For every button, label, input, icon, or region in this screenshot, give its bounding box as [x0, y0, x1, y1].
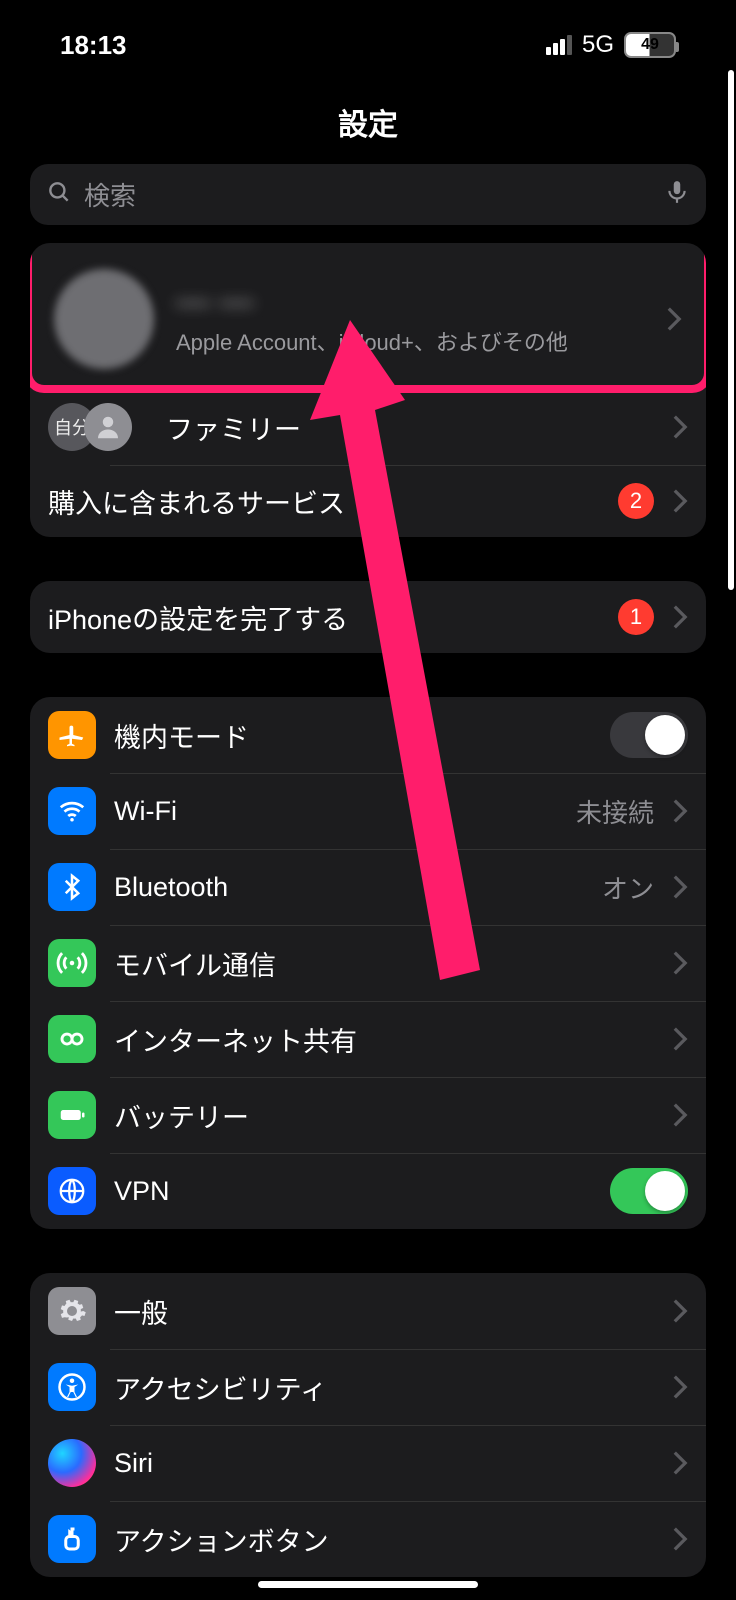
bluetooth-value: オン: [602, 869, 654, 906]
battery-full-icon: [48, 1091, 96, 1139]
chevron-right-icon: [672, 1526, 688, 1552]
status-time: 18:13: [60, 30, 127, 61]
hotspot-row[interactable]: インターネット共有: [30, 1001, 706, 1077]
airplane-mode-toggle[interactable]: [610, 712, 688, 758]
bluetooth-icon: [48, 863, 96, 911]
finish-setup-section: iPhoneの設定を完了する 1: [30, 581, 706, 653]
connectivity-section: 機内モード Wi-Fi 未接続 Bluetooth オン モバイル通信: [30, 697, 706, 1229]
signal-icon: [546, 35, 572, 55]
airplane-icon: [48, 711, 96, 759]
siri-icon: [48, 1439, 96, 1487]
chevron-right-icon: [672, 1374, 688, 1400]
chevron-right-icon: [672, 604, 688, 630]
chevron-right-icon: [672, 1102, 688, 1128]
airplane-mode-label: 機内モード: [114, 716, 592, 755]
included-services-row[interactable]: 購入に含まれるサービス 2: [30, 465, 706, 537]
apple-account-row[interactable]: — — Apple Account、iCloud+、およびその他: [30, 249, 706, 389]
home-indicator: [258, 1581, 478, 1588]
network-label: 5G: [582, 31, 614, 59]
general-row[interactable]: 一般: [30, 1273, 706, 1349]
search-input[interactable]: 検索: [30, 164, 706, 225]
chevron-right-icon: [672, 798, 688, 824]
included-services-label: 購入に含まれるサービス: [48, 482, 600, 521]
action-button-icon: [48, 1515, 96, 1563]
chevron-right-icon: [672, 1298, 688, 1324]
bluetooth-label: Bluetooth: [114, 872, 584, 903]
family-row[interactable]: 自分 ファミリー: [30, 389, 706, 465]
vpn-label: VPN: [114, 1176, 592, 1207]
bluetooth-row[interactable]: Bluetooth オン: [30, 849, 706, 925]
search-icon: [46, 179, 72, 210]
cellular-label: モバイル通信: [114, 944, 654, 983]
family-avatars: 自分: [48, 403, 148, 451]
general-section: 一般 アクセシビリティ Siri アクションボタン: [30, 1273, 706, 1577]
wifi-row[interactable]: Wi-Fi 未接続: [30, 773, 706, 849]
siri-label: Siri: [114, 1448, 654, 1479]
battery-icon: 49: [624, 32, 676, 58]
chevron-right-icon: [672, 950, 688, 976]
accessibility-label: アクセシビリティ: [114, 1368, 654, 1407]
accessibility-row[interactable]: アクセシビリティ: [30, 1349, 706, 1425]
wifi-label: Wi-Fi: [114, 796, 558, 827]
avatar: [54, 269, 154, 369]
gear-icon: [48, 1287, 96, 1335]
account-section: — — Apple Account、iCloud+、およびその他 自分 ファミリ…: [30, 243, 706, 537]
chevron-right-icon: [672, 1450, 688, 1476]
wifi-icon: [48, 787, 96, 835]
vpn-toggle[interactable]: [610, 1168, 688, 1214]
battery-label: バッテリー: [114, 1096, 654, 1135]
chevron-right-icon: [672, 874, 688, 900]
chevron-right-icon: [672, 488, 688, 514]
battery-row[interactable]: バッテリー: [30, 1077, 706, 1153]
finish-setup-row[interactable]: iPhoneの設定を完了する 1: [30, 581, 706, 653]
search-placeholder: 検索: [84, 176, 652, 213]
vpn-row[interactable]: VPN: [30, 1153, 706, 1229]
chevron-right-icon: [666, 306, 682, 332]
finish-setup-label: iPhoneの設定を完了する: [48, 598, 600, 637]
action-button-row[interactable]: アクションボタン: [30, 1501, 706, 1577]
account-name: — —: [176, 282, 644, 321]
wifi-value: 未接続: [576, 793, 654, 830]
chevron-right-icon: [672, 414, 688, 440]
notification-badge: 2: [618, 483, 654, 519]
person-icon: [84, 403, 132, 451]
general-label: 一般: [114, 1292, 654, 1331]
status-bar: 18:13 5G 49: [0, 0, 736, 70]
account-subtitle: Apple Account、iCloud+、およびその他: [176, 325, 644, 357]
cellular-row[interactable]: モバイル通信: [30, 925, 706, 1001]
chevron-right-icon: [672, 1026, 688, 1052]
action-button-label: アクションボタン: [114, 1520, 654, 1559]
antenna-icon: [48, 939, 96, 987]
siri-row[interactable]: Siri: [30, 1425, 706, 1501]
accessibility-icon: [48, 1363, 96, 1411]
page-title: 設定: [30, 100, 706, 144]
family-label: ファミリー: [166, 408, 654, 447]
mic-icon[interactable]: [664, 179, 690, 210]
notification-badge: 1: [618, 599, 654, 635]
scroll-indicator: [728, 70, 734, 590]
hotspot-icon: [48, 1015, 96, 1063]
globe-icon: [48, 1167, 96, 1215]
airplane-mode-row[interactable]: 機内モード: [30, 697, 706, 773]
hotspot-label: インターネット共有: [114, 1020, 654, 1059]
